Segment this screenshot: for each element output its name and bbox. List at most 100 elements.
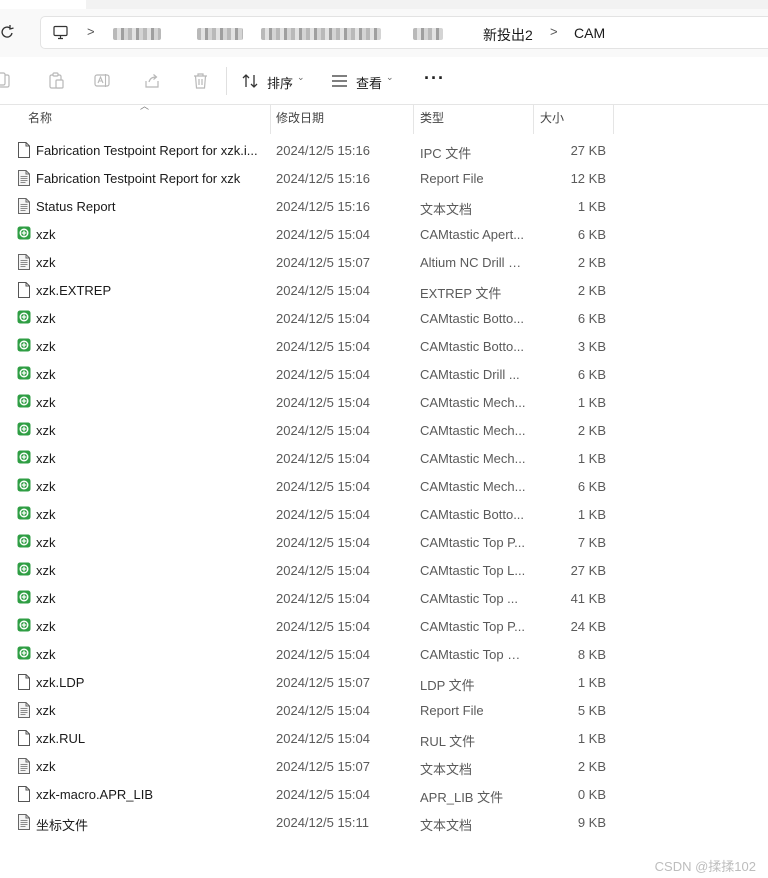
file-modified-date: 2024/12/5 15:04 — [276, 507, 370, 522]
file-name: xzk — [36, 591, 56, 606]
column-divider[interactable] — [613, 104, 614, 134]
camtastic-icon — [17, 310, 31, 326]
file-row[interactable]: xzk 2024/12/5 15:04 CAMtastic Mech... 2 KB — [0, 416, 768, 444]
file-type: CAMtastic Top L... — [420, 563, 526, 578]
camtastic-icon — [17, 422, 31, 438]
file-row[interactable]: xzk.LDP 2024/12/5 15:07 LDP 文件 1 KB — [0, 668, 768, 696]
file-row[interactable]: xzk 2024/12/5 15:04 CAMtastic Top S... 8 KB — [0, 640, 768, 668]
column-divider[interactable] — [270, 104, 271, 134]
file-row[interactable]: xzk 2024/12/5 15:04 CAMtastic Top ... 41 KB — [0, 584, 768, 612]
file-row[interactable]: 坐标文件 2024/12/5 15:11 文本文档 9 KB — [0, 808, 768, 836]
file-name: xzk — [36, 339, 56, 354]
file-size: 2 KB — [577, 255, 606, 270]
column-header-type[interactable]: 类型 — [420, 104, 444, 134]
file-size: 1 KB — [577, 675, 606, 690]
file-modified-date: 2024/12/5 15:04 — [276, 787, 370, 802]
breadcrumb-parent-folder[interactable]: 新投出2 — [483, 25, 533, 45]
camtastic-icon — [17, 478, 31, 494]
file-type: APR_LIB 文件 — [420, 790, 504, 805]
refresh-icon[interactable] — [0, 22, 16, 42]
file-name: 坐标文件 — [36, 818, 89, 833]
file-name: xzk — [36, 367, 56, 382]
redacted-path-segment — [197, 28, 243, 40]
file-name: xzk — [36, 451, 56, 466]
text-file-icon — [17, 170, 31, 186]
file-size: 6 KB — [577, 479, 606, 494]
file-modified-date: 2024/12/5 15:04 — [276, 423, 370, 438]
file-size: 6 KB — [577, 367, 606, 382]
file-row[interactable]: xzk.RUL 2024/12/5 15:04 RUL 文件 1 KB — [0, 724, 768, 752]
file-size: 27 KB — [570, 143, 606, 158]
file-type: Report File — [420, 171, 484, 186]
sort-label: 排序 — [267, 76, 294, 91]
file-type: CAMtastic Botto... — [420, 339, 525, 354]
file-name: xzk — [36, 647, 56, 662]
column-header-size[interactable]: 大小 — [540, 104, 564, 134]
redacted-path-segment — [261, 28, 381, 40]
blank-file-icon — [17, 730, 31, 746]
chevron-down-icon: ⌄ — [386, 72, 394, 82]
file-row[interactable]: xzk 2024/12/5 15:04 CAMtastic Mech... 1 KB — [0, 388, 768, 416]
address-bar[interactable]: > 新投出2 > CAM — [40, 16, 768, 49]
file-row[interactable]: xzk 2024/12/5 15:04 CAMtastic Mech... 1 KB — [0, 444, 768, 472]
sort-button[interactable]: 排序 ⌄ — [242, 69, 306, 93]
file-row[interactable]: xzk 2024/12/5 15:07 文本文档 2 KB — [0, 752, 768, 780]
share-icon[interactable] — [144, 72, 161, 89]
file-modified-date: 2024/12/5 15:16 — [276, 143, 370, 158]
column-header-name[interactable]: 名称 — [28, 104, 52, 134]
this-pc-icon[interactable] — [53, 25, 68, 40]
file-row[interactable]: xzk 2024/12/5 15:04 CAMtastic Botto... 1 KB — [0, 500, 768, 528]
file-row[interactable]: Fabrication Testpoint Report for xzk.i..… — [0, 136, 768, 164]
file-row[interactable]: Fabrication Testpoint Report for xzk 2024… — [0, 164, 768, 192]
file-modified-date: 2024/12/5 15:04 — [276, 703, 370, 718]
camtastic-icon — [17, 366, 31, 382]
blank-file-icon — [17, 674, 31, 690]
file-size: 9 KB — [577, 815, 606, 830]
delete-icon[interactable] — [192, 72, 209, 89]
file-name: Fabrication Testpoint Report for xzk.i..… — [36, 143, 258, 158]
file-row[interactable]: xzk 2024/12/5 15:04 CAMtastic Drill ... 6 K… — [0, 360, 768, 388]
file-size: 1 KB — [577, 731, 606, 746]
file-type: CAMtastic Mech... — [420, 395, 526, 410]
view-button[interactable]: 查看 ⌄ — [331, 69, 395, 93]
file-size: 2 KB — [577, 283, 606, 298]
file-modified-date: 2024/12/5 15:04 — [276, 619, 370, 634]
file-name: xzk — [36, 563, 56, 578]
file-row[interactable]: xzk-macro.APR_LIB 2024/12/5 15:04 APR_LIB … — [0, 780, 768, 808]
camtastic-icon — [17, 618, 31, 634]
paste-icon[interactable] — [48, 72, 65, 89]
file-modified-date: 2024/12/5 15:07 — [276, 759, 370, 774]
file-name: Fabrication Testpoint Report for xzk — [36, 171, 241, 186]
column-divider[interactable] — [533, 104, 534, 134]
file-size: 6 KB — [577, 311, 606, 326]
file-row[interactable]: xzk 2024/12/5 15:04 CAMtastic Botto... 6 KB — [0, 304, 768, 332]
column-divider[interactable] — [413, 104, 414, 134]
file-row[interactable]: xzk 2024/12/5 15:07 Altium NC Drill R... 2 … — [0, 248, 768, 276]
file-row[interactable]: xzk 2024/12/5 15:04 CAMtastic Mech... 6 KB — [0, 472, 768, 500]
file-modified-date: 2024/12/5 15:04 — [276, 451, 370, 466]
file-row[interactable]: Status Report 2024/12/5 15:16 文本文档 1 KB — [0, 192, 768, 220]
view-list-icon — [331, 74, 348, 91]
camtastic-icon — [17, 534, 31, 550]
file-row[interactable]: xzk 2024/12/5 15:04 CAMtastic Botto... 3 KB — [0, 332, 768, 360]
rename-icon[interactable] — [94, 72, 111, 89]
breadcrumb-current-folder[interactable]: CAM — [574, 25, 605, 41]
file-name: xzk — [36, 479, 56, 494]
file-row[interactable]: xzk 2024/12/5 15:04 CAMtastic Top P... 24 K… — [0, 612, 768, 640]
file-row[interactable]: xzk.EXTREP 2024/12/5 15:04 EXTREP 文件 2 KB — [0, 276, 768, 304]
file-type: CAMtastic Botto... — [420, 507, 525, 522]
file-name: xzk — [36, 227, 56, 242]
copy-icon[interactable] — [0, 72, 11, 89]
file-row[interactable]: xzk 2024/12/5 15:04 CAMtastic Top P... 7 KB — [0, 528, 768, 556]
file-row[interactable]: xzk 2024/12/5 15:04 CAMtastic Apert... 6 KB — [0, 220, 768, 248]
file-size: 8 KB — [577, 647, 606, 662]
file-modified-date: 2024/12/5 15:04 — [276, 367, 370, 382]
column-header-date[interactable]: 修改日期 — [276, 104, 324, 134]
file-row[interactable]: xzk 2024/12/5 15:04 Report File 5 KB — [0, 696, 768, 724]
file-row[interactable]: xzk 2024/12/5 15:04 CAMtastic Top L... 27 K… — [0, 556, 768, 584]
file-modified-date: 2024/12/5 15:16 — [276, 199, 370, 214]
file-modified-date: 2024/12/5 15:04 — [276, 563, 370, 578]
file-type: CAMtastic Mech... — [420, 423, 526, 438]
blank-file-icon — [17, 282, 31, 298]
more-options-button[interactable]: ··· — [424, 68, 445, 89]
